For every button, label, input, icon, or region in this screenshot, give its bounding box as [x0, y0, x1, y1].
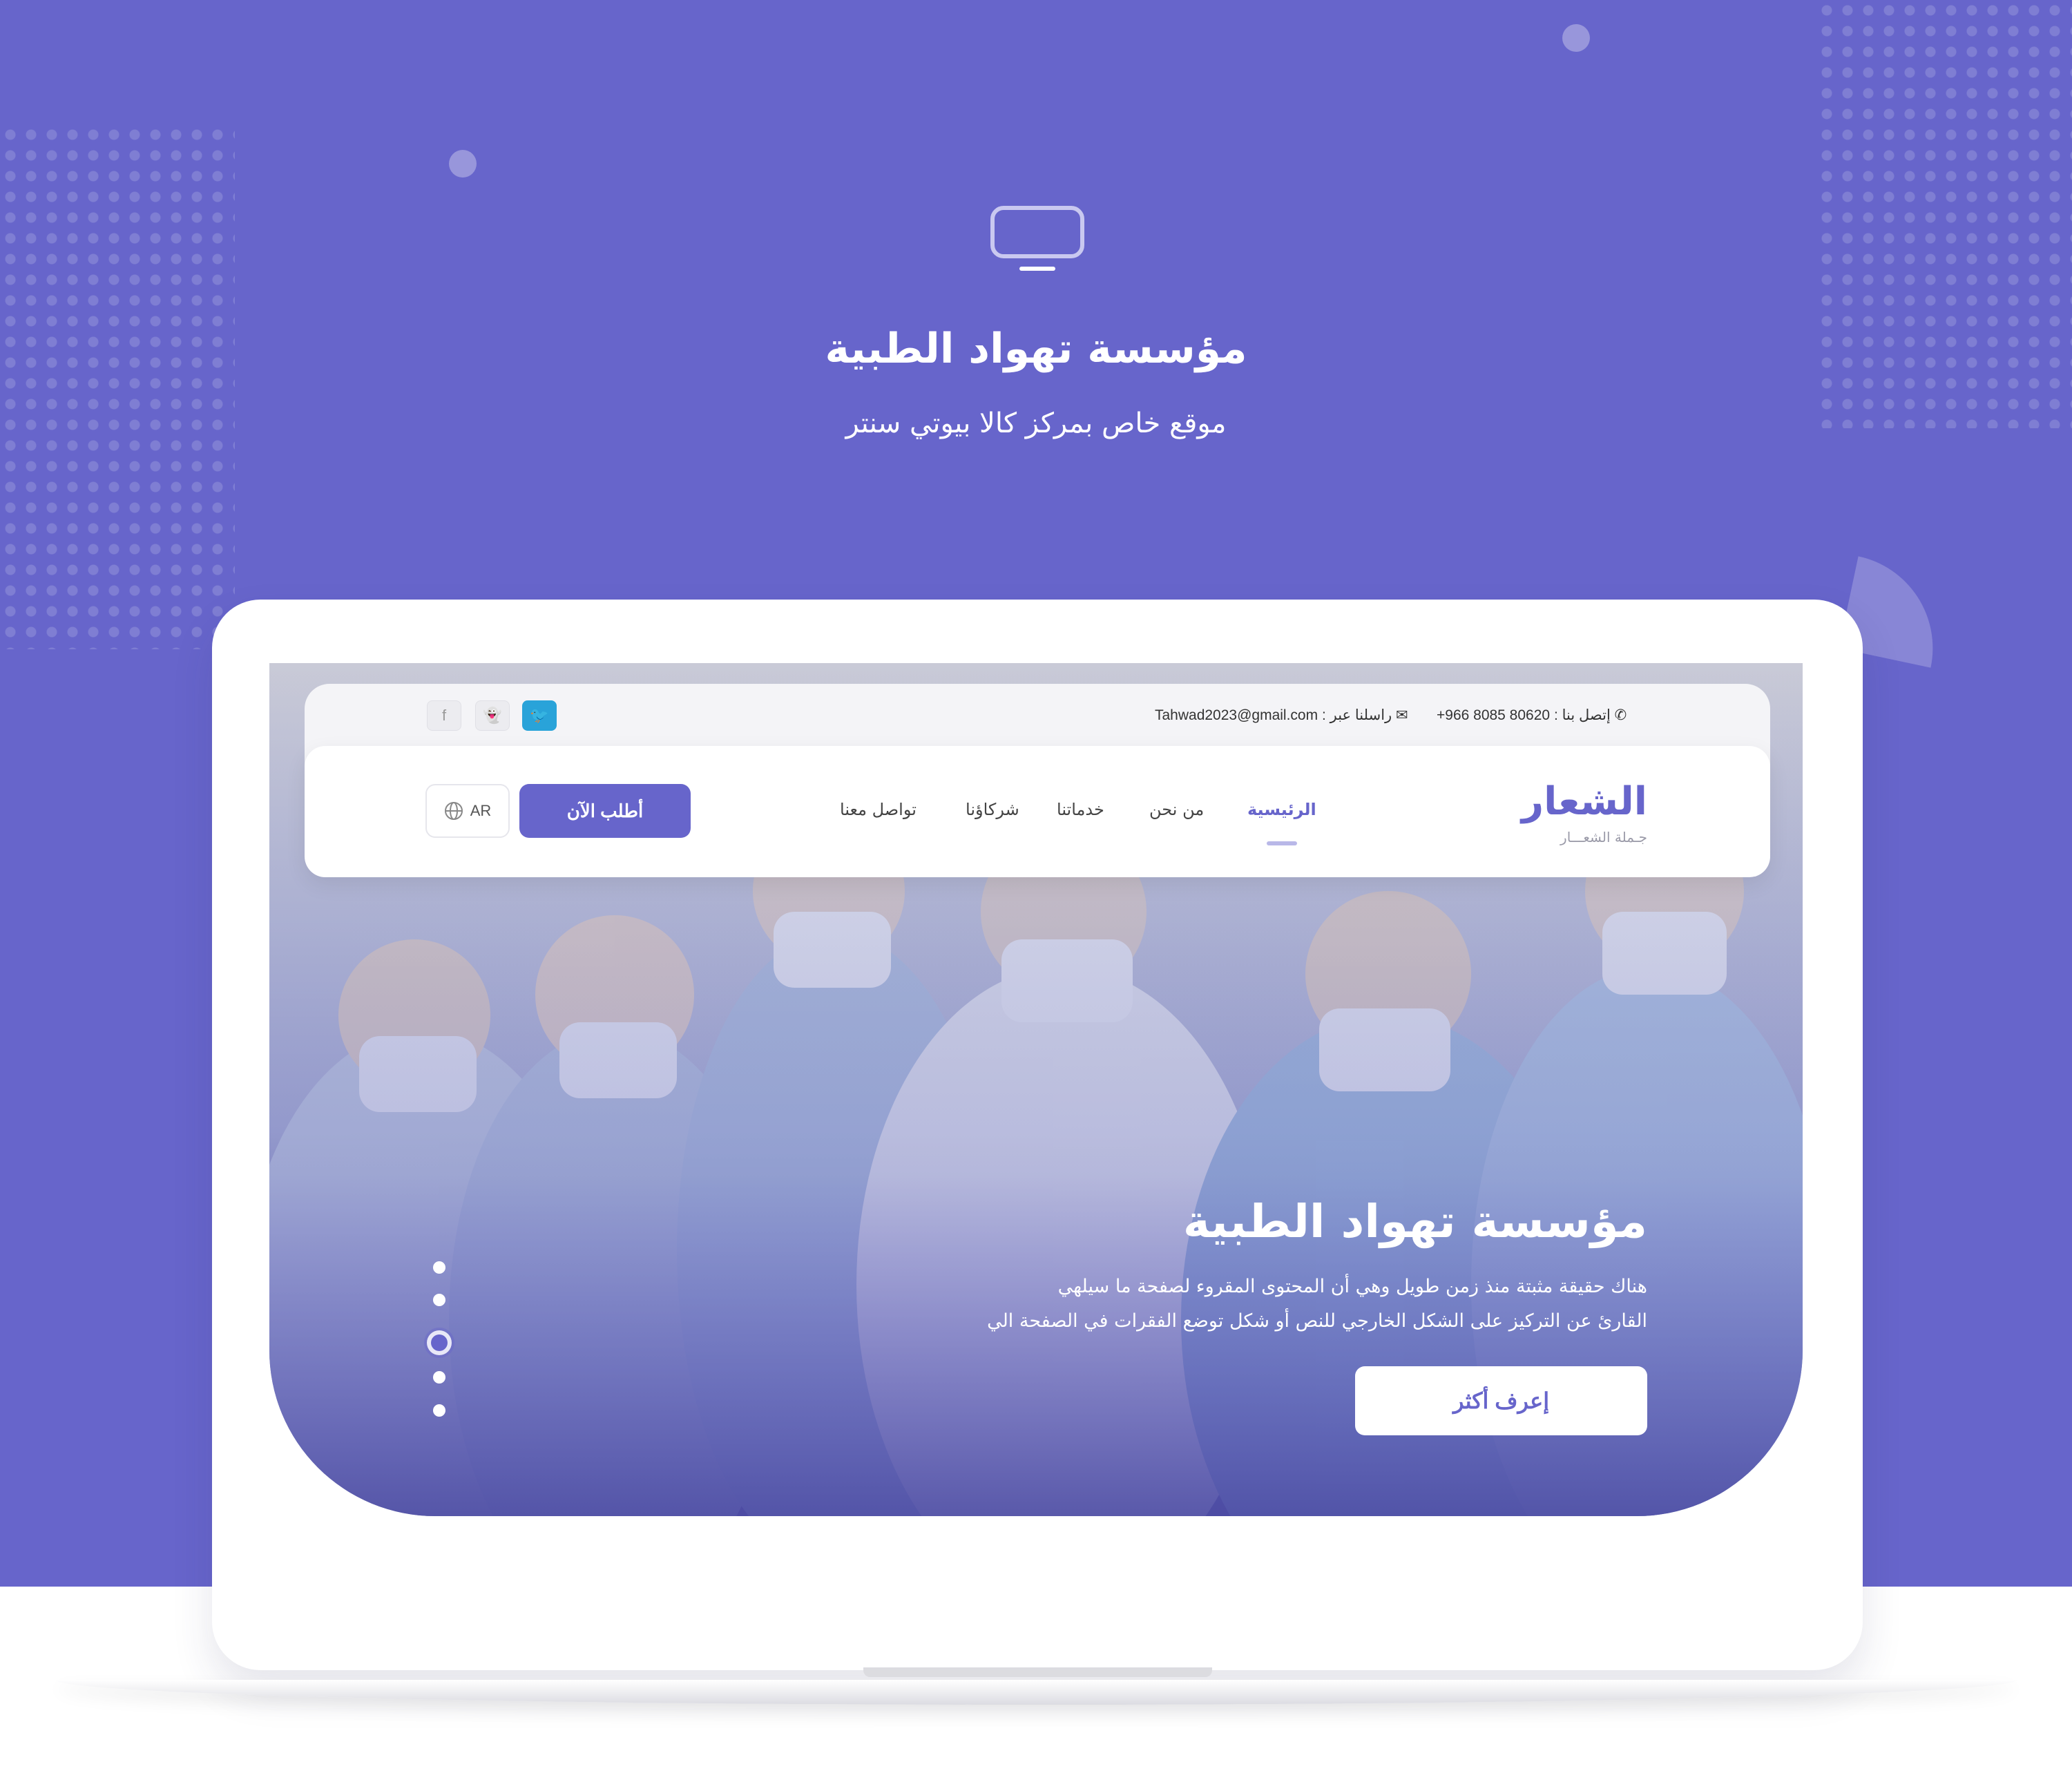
twitter-icon: 🐦 — [530, 707, 549, 724]
hero-title: مؤسسة تهواد الطبية — [1182, 1195, 1647, 1248]
slider-dot[interactable] — [433, 1404, 445, 1417]
facebook-button[interactable]: f — [427, 700, 461, 731]
laptop-base — [55, 1680, 2017, 1705]
decor-circle — [1562, 24, 1590, 52]
monitor-icon — [990, 206, 1084, 271]
nav-item-about[interactable]: من نحن — [1149, 800, 1204, 819]
language-label: AR — [470, 802, 492, 819]
logo-text: الشعار — [1521, 779, 1647, 824]
hero-description-line: القارئ عن التركيز على الشكل الخارجي للنص… — [987, 1310, 1647, 1332]
order-now-button[interactable]: أطلب الآن — [519, 784, 691, 838]
facebook-icon: f — [441, 707, 447, 724]
mail-icon: ✉ — [1396, 707, 1408, 723]
hero-description-line: هناك حقيقة مثبتة منذ زمن طويل وهي أن الم… — [1057, 1276, 1647, 1297]
email-contact[interactable]: ✉ راسلنا عبر : Tahwad2023@gmail.com — [1155, 707, 1408, 727]
globe-icon — [444, 802, 463, 820]
decor-circle — [449, 150, 477, 178]
slider-dot-active[interactable] — [427, 1330, 452, 1355]
snapchat-button[interactable]: 👻 — [475, 700, 510, 731]
learn-more-button[interactable]: إعرف أكثر — [1355, 1366, 1647, 1435]
nav-item-services[interactable]: خدماتنا — [1057, 800, 1104, 819]
phone-contact[interactable]: ✆ إتصل بنا : +966 8085 80620 — [1437, 707, 1627, 727]
email-address: Tahwad2023@gmail.com — [1155, 707, 1318, 723]
slider-dot[interactable] — [433, 1261, 445, 1274]
page-title: مؤسسة تهواد الطبية — [825, 325, 1247, 373]
nav-item-home[interactable]: الرئيسية — [1247, 800, 1316, 819]
dot-pattern-left — [0, 124, 235, 649]
language-switcher[interactable]: AR — [425, 784, 510, 838]
logo[interactable]: الشعار — [1522, 779, 1647, 824]
page-subtitle: موقع خاص بمركز كالا بيوتي سنتر — [845, 408, 1227, 439]
logo-tagline: جـملة الشعـــار — [1560, 829, 1647, 845]
phone-icon: ✆ — [1614, 707, 1627, 723]
twitter-button[interactable]: 🐦 — [522, 700, 557, 731]
slider-dot[interactable] — [433, 1371, 445, 1384]
phone-label: إتصل بنا : — [1553, 707, 1611, 723]
phone-number: +966 8085 80620 — [1437, 707, 1551, 723]
nav-item-partners[interactable]: شركاؤنا — [966, 800, 1019, 819]
nav-active-indicator — [1267, 841, 1297, 845]
email-label: راسلنا عبر : — [1321, 707, 1392, 723]
slider-dot[interactable] — [433, 1294, 445, 1306]
hero-description: هناك حقيقة مثبتة منذ زمن طويل وهي أن الم… — [898, 1270, 1647, 1339]
snapchat-icon: 👻 — [483, 707, 502, 724]
laptop-notch — [863, 1667, 1212, 1677]
nav-item-contact[interactable]: تواصل معنا — [840, 800, 917, 819]
